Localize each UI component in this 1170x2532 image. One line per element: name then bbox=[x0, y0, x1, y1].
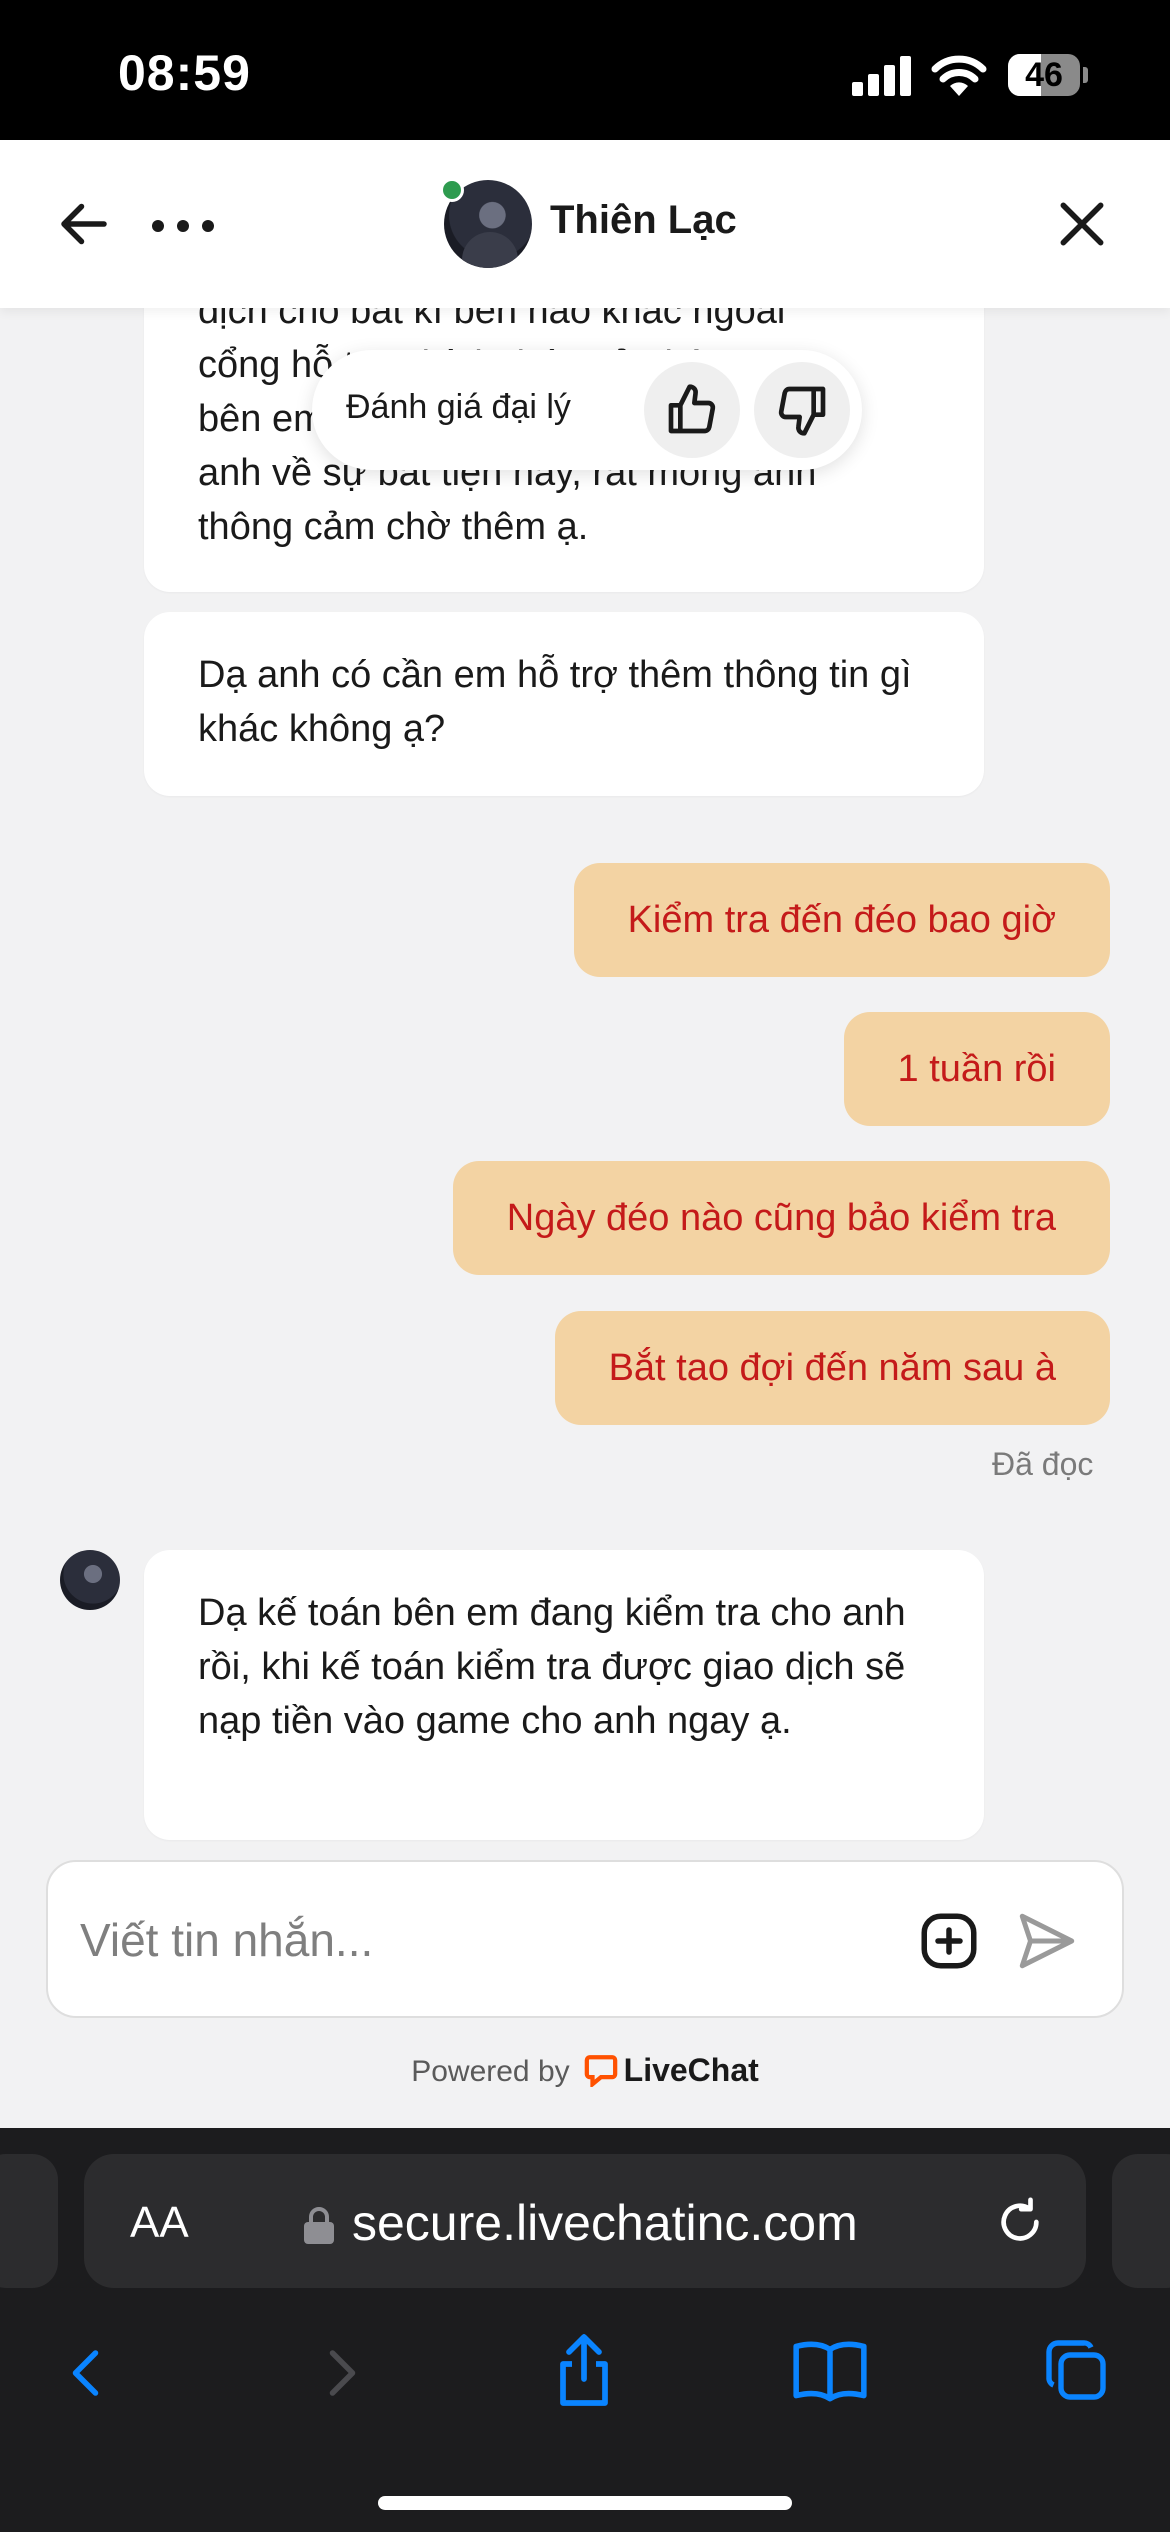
share-icon bbox=[560, 2334, 608, 2406]
rating-label: Đánh giá đại lý bbox=[346, 388, 571, 426]
send-icon bbox=[1019, 1913, 1075, 1969]
online-status-dot bbox=[440, 178, 464, 202]
message-line: thông cảm chờ thêm ạ. bbox=[198, 506, 589, 548]
read-receipt: Đã đọc bbox=[992, 1446, 1094, 1482]
reload-button[interactable] bbox=[992, 2194, 1048, 2255]
livechat-logo-icon bbox=[584, 2053, 618, 2095]
address-bar[interactable]: AA secure.livechatinc.com bbox=[84, 2154, 1086, 2288]
send-button[interactable] bbox=[1014, 1908, 1080, 1974]
wifi-icon bbox=[930, 52, 988, 96]
browser-nav-row bbox=[0, 2318, 1170, 2428]
livechat-brand[interactable]: LiveChat bbox=[624, 2052, 759, 2088]
cellular-signal-icon bbox=[852, 56, 912, 96]
lock-icon bbox=[302, 2206, 336, 2251]
browser-toolbar: AA secure.livechatinc.com bbox=[0, 2128, 1170, 2532]
user-message: Ngày đéo nào cũng bảo kiểm tra bbox=[452, 1161, 1110, 1275]
back-arrow-icon bbox=[61, 203, 107, 245]
close-chat-button[interactable] bbox=[1054, 196, 1110, 252]
user-message: Bắt tao đợi đến năm sau à bbox=[554, 1311, 1110, 1425]
battery-indicator: 46 bbox=[1008, 54, 1088, 96]
message-composer bbox=[46, 1860, 1124, 2018]
home-indicator bbox=[378, 2496, 792, 2510]
close-icon bbox=[1060, 202, 1104, 246]
agent-message: Dạ kế toán bên em đang kiểm tra cho anh … bbox=[144, 1550, 984, 1840]
agent-name: Thiên Lạc bbox=[550, 198, 737, 242]
user-message: Kiểm tra đến đéo bao giờ bbox=[573, 863, 1110, 977]
agent-rating-popup: Đánh giá đại lý bbox=[312, 350, 862, 470]
browser-forward-button[interactable] bbox=[310, 2340, 370, 2411]
bookmarks-button[interactable] bbox=[790, 2336, 870, 2411]
powered-by: Powered by LiveChat bbox=[0, 2052, 1170, 2100]
more-options-button[interactable] bbox=[150, 194, 216, 254]
reader-settings-button[interactable]: AA bbox=[130, 2198, 189, 2248]
status-time: 08:59 bbox=[118, 45, 251, 101]
powered-by-text: Powered by bbox=[411, 2055, 570, 2088]
previous-tab-preview[interactable] bbox=[0, 2154, 58, 2288]
url-text: secure.livechatinc.com bbox=[352, 2195, 858, 2251]
battery-percent: 46 bbox=[1025, 56, 1063, 94]
thumbs-up-icon bbox=[668, 384, 716, 434]
thumbs-down-button[interactable] bbox=[754, 362, 850, 458]
bookmarks-icon bbox=[793, 2341, 867, 2402]
next-tab-preview[interactable] bbox=[1112, 2154, 1170, 2288]
add-attachment-button[interactable] bbox=[916, 1908, 982, 1974]
status-bar: 08:59 46 bbox=[0, 0, 1170, 140]
browser-forward-icon bbox=[329, 2350, 356, 2396]
message-input[interactable] bbox=[80, 1904, 880, 1976]
thumbs-down-icon bbox=[778, 386, 826, 436]
tabs-icon bbox=[1046, 2340, 1106, 2400]
chat-header: Thiên Lạc bbox=[0, 140, 1170, 308]
agent-message: Dạ anh có cần em hỗ trợ thêm thông tin g… bbox=[144, 612, 984, 796]
user-message: 1 tuần rồi bbox=[843, 1012, 1110, 1126]
tabs-button[interactable] bbox=[1040, 2334, 1112, 2411]
add-attachment-icon bbox=[921, 1913, 977, 1969]
browser-back-icon bbox=[72, 2350, 99, 2396]
thumbs-up-button[interactable] bbox=[644, 362, 740, 458]
reload-icon bbox=[1001, 2197, 1039, 2241]
share-button[interactable] bbox=[548, 2330, 620, 2415]
browser-back-button[interactable] bbox=[58, 2340, 118, 2411]
agent-avatar-small bbox=[60, 1550, 120, 1610]
back-button[interactable] bbox=[54, 194, 114, 254]
